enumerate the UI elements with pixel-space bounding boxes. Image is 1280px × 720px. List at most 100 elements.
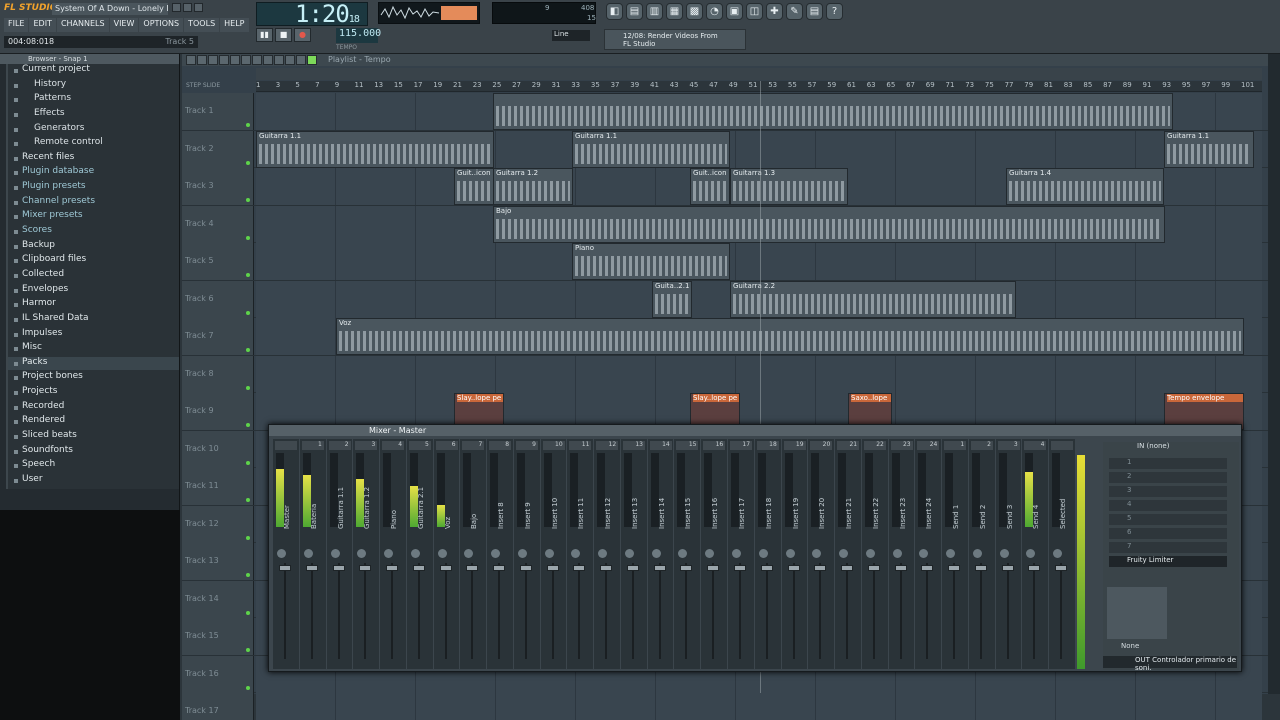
track-grid[interactable] — [256, 243, 1262, 280]
mixer-strip[interactable]: 15 Insert 15 — [674, 439, 701, 669]
pattern-clip[interactable]: Guitarra 1.1 — [1164, 130, 1254, 168]
back-icon[interactable] — [197, 55, 207, 65]
pan-knob[interactable] — [865, 549, 875, 558]
fader-cap[interactable] — [948, 565, 961, 571]
fader-cap[interactable] — [600, 565, 613, 571]
volume-fader[interactable] — [846, 563, 849, 659]
browser-item[interactable]: Scores — [8, 225, 179, 240]
browser-item[interactable]: Clipboard files — [8, 254, 179, 269]
browser-item[interactable]: Packs — [8, 356, 179, 372]
menu-tools[interactable]: TOOLS — [184, 18, 220, 32]
track-header[interactable]: Track 2 — [182, 130, 254, 168]
mixer-strip[interactable]: 2 Guitarra 1.1 — [326, 439, 353, 669]
mixer-strip[interactable]: Selected — [1049, 439, 1075, 669]
pattern-clip[interactable]: Guitarra 1.3 — [730, 168, 848, 205]
menu-help[interactable]: HELP — [220, 18, 249, 32]
menu-channels[interactable]: CHANNELS — [56, 18, 109, 32]
browser-item[interactable]: Harmor — [8, 298, 179, 313]
track-header[interactable]: Track 17 — [182, 693, 254, 720]
pan-knob[interactable] — [812, 549, 822, 558]
fader-cap[interactable] — [867, 565, 880, 571]
fader-cap[interactable] — [974, 565, 987, 571]
menu-options[interactable]: OPTIONS — [139, 18, 184, 32]
fader-cap[interactable] — [734, 565, 747, 571]
mixer-strip[interactable]: 10 Insert 10 — [540, 439, 567, 669]
fx-slot[interactable]: 7 — [1109, 542, 1227, 553]
slice-icon[interactable] — [263, 55, 273, 65]
browser-item[interactable]: Patterns — [8, 93, 179, 108]
minimize-icon[interactable] — [172, 3, 181, 12]
fader-cap[interactable] — [305, 565, 318, 571]
volume-fader[interactable] — [792, 563, 795, 659]
volume-fader[interactable] — [444, 563, 447, 659]
pan-knob[interactable] — [357, 549, 367, 558]
browser-item[interactable]: Mixer presets — [8, 210, 179, 226]
mixer-strip[interactable]: 3 Guitarra 1.2 — [353, 439, 380, 669]
mixer-strip[interactable]: 8 Insert 8 — [487, 439, 513, 669]
fx-slot[interactable]: 1 — [1109, 458, 1227, 469]
pattern-clip[interactable]: Guit..icon — [690, 168, 730, 205]
mixer-icon[interactable]: ▣ — [726, 3, 743, 20]
browser-item[interactable]: History — [8, 78, 179, 94]
fader-cap[interactable] — [787, 565, 800, 571]
volume-fader[interactable] — [739, 563, 742, 659]
mixer-strip[interactable]: 6 Voz — [433, 439, 460, 669]
pan-knob[interactable] — [972, 549, 982, 558]
metronome-icon[interactable]: ◔ — [706, 3, 723, 20]
pan-knob[interactable] — [303, 549, 313, 558]
close-icon[interactable] — [194, 3, 203, 12]
browser-item[interactable]: Collected — [8, 268, 179, 284]
pattern-clip[interactable]: Voz — [336, 318, 1244, 355]
delete-icon[interactable] — [230, 55, 240, 65]
track-header[interactable]: Track 10 — [182, 430, 254, 468]
volume-fader[interactable] — [1060, 563, 1063, 659]
volume-fader[interactable] — [391, 563, 394, 659]
track-header[interactable]: Track 7 — [182, 318, 254, 355]
volume-fader[interactable] — [765, 563, 768, 659]
fader-cap[interactable] — [653, 565, 666, 571]
tools-icon[interactable]: ✎ — [786, 3, 803, 20]
volume-fader[interactable] — [899, 563, 902, 659]
fader-cap[interactable] — [279, 565, 291, 571]
browser-item[interactable]: Rendered — [8, 415, 179, 431]
snap-selector[interactable]: Line — [552, 30, 590, 41]
pattern-clip[interactable]: Guitarra 1.1 — [572, 130, 730, 168]
save-icon[interactable]: ▥ — [646, 3, 663, 20]
input-selector[interactable]: IN (none) — [1103, 442, 1237, 453]
browser-item[interactable]: Impulses — [8, 327, 179, 343]
browser-item[interactable]: Generators — [8, 122, 179, 138]
volume-fader[interactable] — [1006, 563, 1009, 659]
mixer-strip[interactable]: 21 Insert 21 — [835, 439, 861, 669]
fx-slot[interactable]: 3 — [1109, 486, 1227, 497]
volume-fader[interactable] — [310, 563, 313, 659]
track-header[interactable]: Track 12 — [182, 505, 254, 543]
pan-knob[interactable] — [330, 549, 340, 558]
mixer-strip[interactable]: 19 Insert 19 — [781, 439, 808, 669]
pan-knob[interactable] — [517, 549, 527, 558]
mixer-strip[interactable]: 13 Insert 13 — [620, 439, 647, 669]
menu-file[interactable]: FILE — [4, 18, 29, 32]
pause-button[interactable]: ▮▮ — [256, 28, 273, 42]
render-icon[interactable]: ▩ — [686, 3, 703, 20]
zoom-icon[interactable] — [285, 55, 295, 65]
pattern-clip[interactable]: Guit..icon — [454, 168, 494, 205]
pan-knob[interactable] — [1026, 549, 1036, 558]
mixer-strip[interactable]: 11 Insert 11 — [567, 439, 594, 669]
fader-cap[interactable] — [439, 565, 452, 571]
pan-knob[interactable] — [384, 549, 394, 558]
track-lane[interactable]: Track 6 — [182, 280, 1268, 318]
mixer-strip[interactable]: 5 Guitarra 2.1 — [406, 439, 433, 669]
eq-preset[interactable]: None — [1121, 642, 1139, 650]
fader-cap[interactable] — [519, 565, 532, 571]
pattern-clip[interactable]: Guitarra 2.2 — [730, 280, 1016, 318]
pan-knob[interactable] — [437, 549, 447, 558]
pattern-clip[interactable] — [493, 93, 1173, 130]
play-icon[interactable] — [296, 55, 306, 65]
pattern-clip[interactable]: Bajo — [493, 205, 1165, 243]
fader-cap[interactable] — [386, 565, 399, 571]
volume-fader[interactable] — [284, 563, 286, 659]
stop-button[interactable]: ■ — [275, 28, 292, 42]
browser-item[interactable]: Effects — [8, 107, 179, 123]
pan-knob[interactable] — [464, 549, 474, 558]
help-icon[interactable]: ? — [826, 3, 843, 20]
